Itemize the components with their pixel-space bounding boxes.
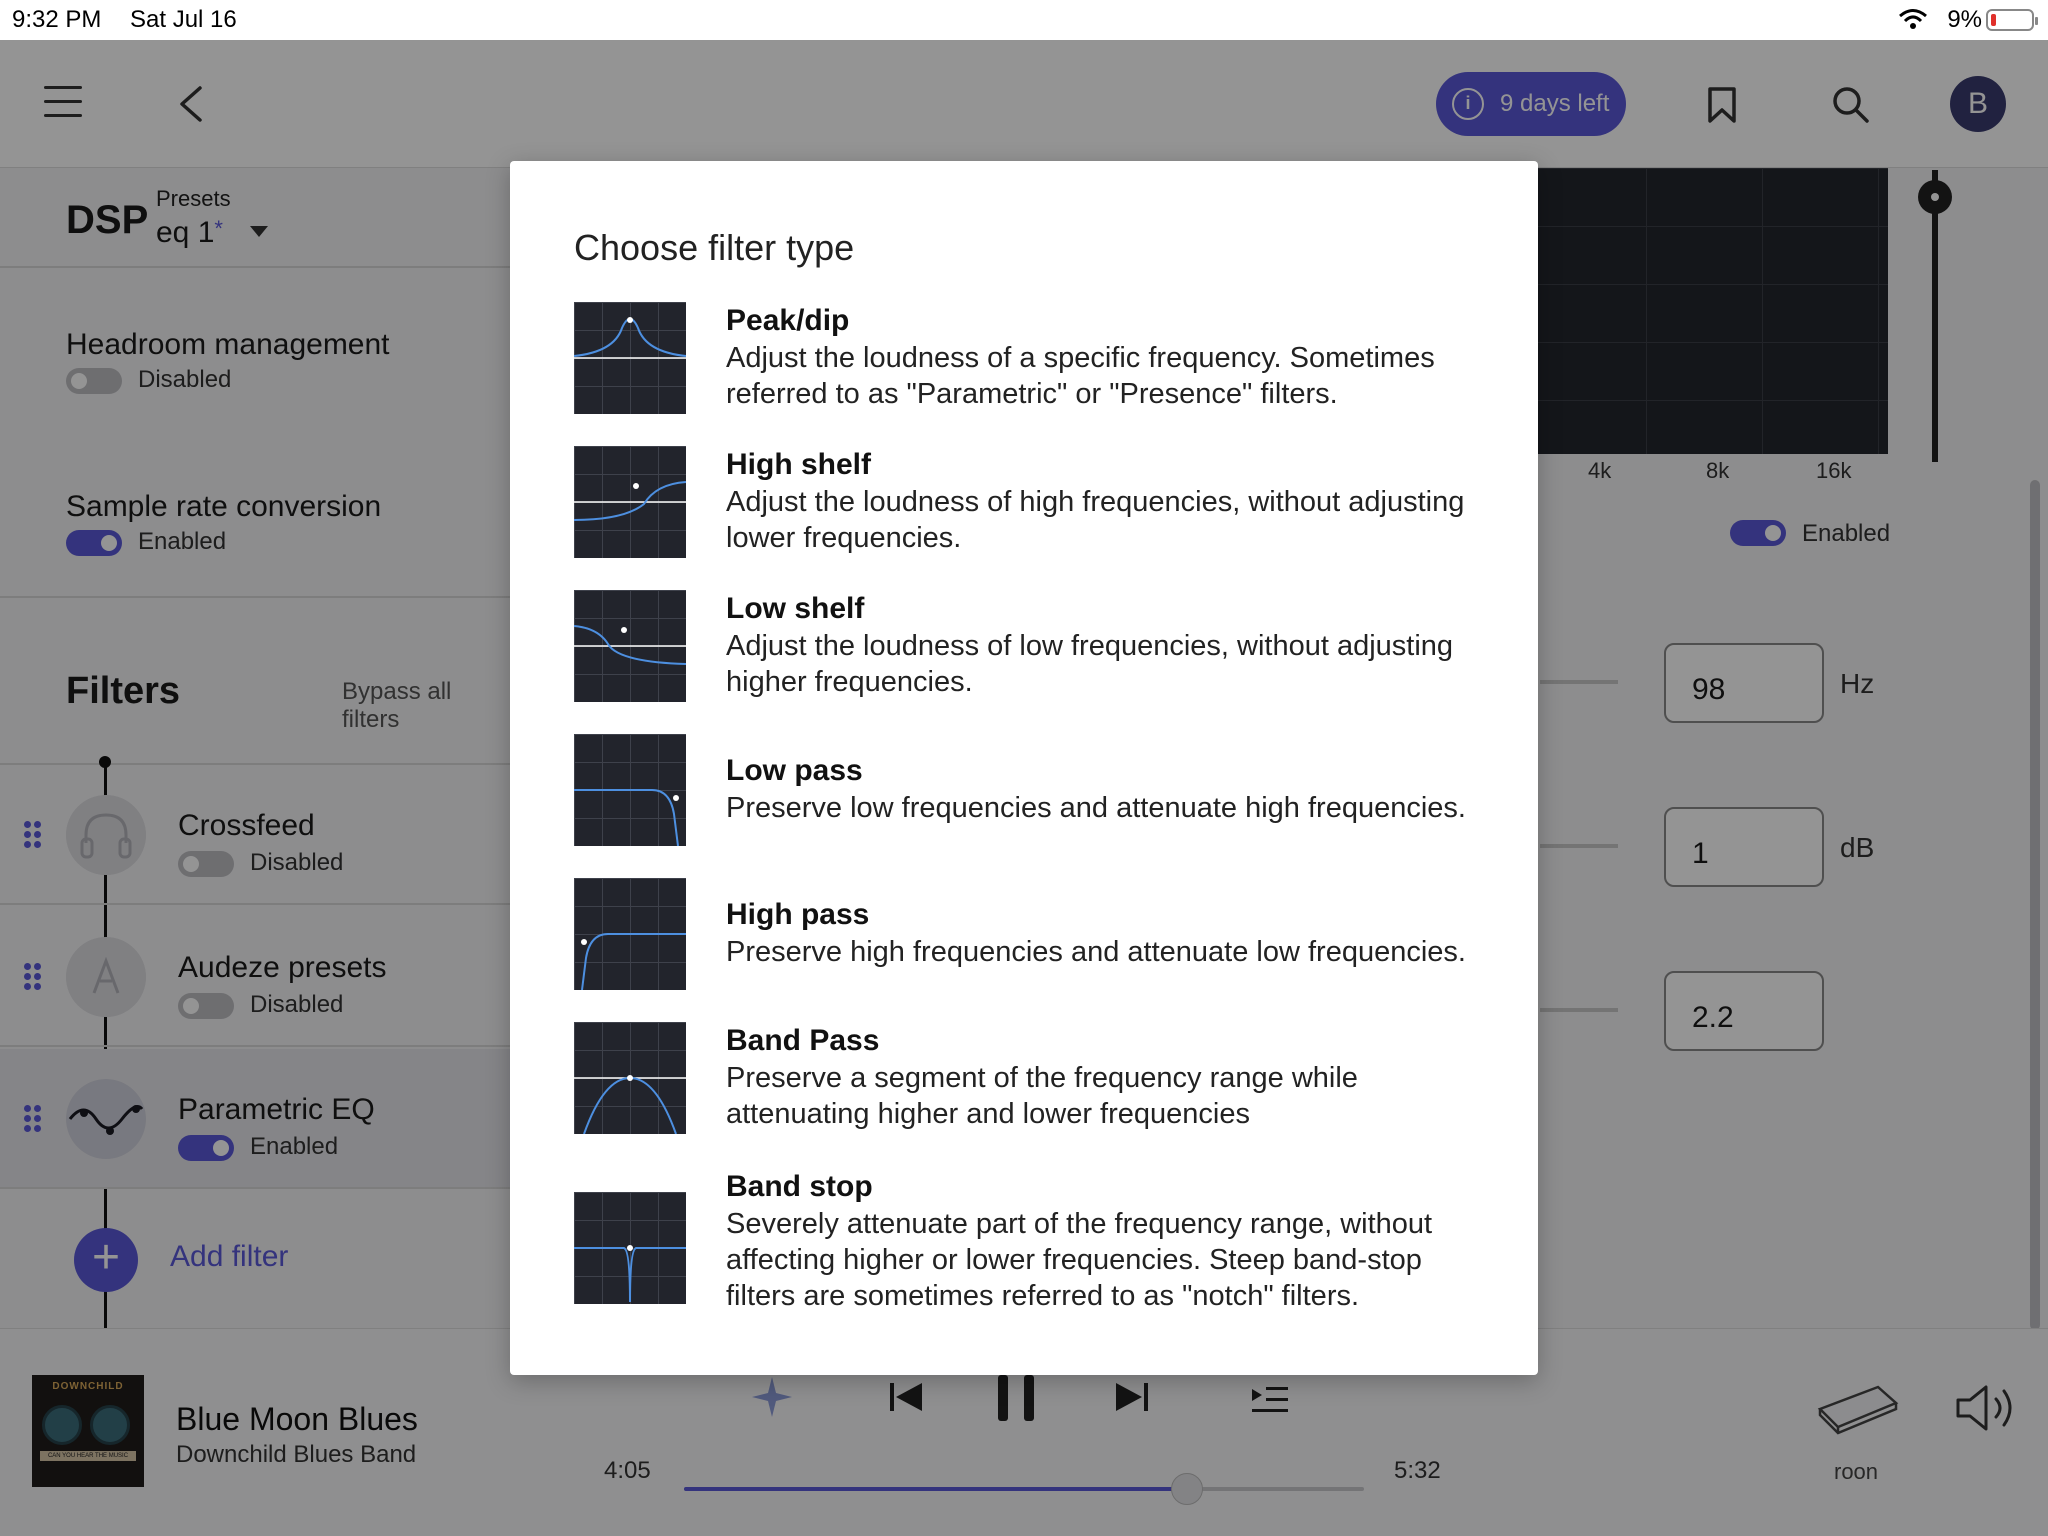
filter-option-description: Adjust the loudness of high frequencies,… [726,486,1465,554]
filter-option-name: Band Pass [726,1024,880,1057]
filter-option-high-shelf[interactable]: High shelf Adjust the loudness of high f… [574,446,1484,558]
peak-dip-icon [574,302,686,414]
low-pass-icon [574,734,686,846]
filter-option-name: Low pass [726,754,863,787]
battery-percent: 9% [1947,6,1982,33]
filter-option-low-shelf[interactable]: Low shelf Adjust the loudness of low fre… [574,590,1484,702]
filter-option-name: High shelf [726,448,872,481]
status-bar: 9:32 PM Sat Jul 16 9% [0,0,2048,40]
filter-option-description: Severely attenuate part of the frequency… [726,1208,1433,1312]
choose-filter-type-dialog: Choose filter type Peak/dip Adjust the l… [510,161,1538,1375]
filter-option-description: Preserve low frequencies and attenuate h… [726,792,1466,824]
high-pass-icon [574,878,686,990]
filter-option-description: Adjust the loudness of low frequencies, … [726,630,1454,698]
status-date: Sat Jul 16 [130,6,237,33]
filter-option-name: High pass [726,898,870,931]
band-pass-icon [574,1022,686,1134]
battery-icon [1986,9,2038,31]
filter-option-description: Preserve high frequencies and attenuate … [726,936,1466,968]
low-shelf-icon [574,590,686,702]
band-stop-icon [574,1192,686,1304]
filter-option-high-pass[interactable]: High pass Preserve high frequencies and … [574,878,1484,990]
filter-option-name: Band stop [726,1170,873,1203]
filter-option-peak-dip[interactable]: Peak/dip Adjust the loudness of a specif… [574,302,1484,414]
dialog-title: Choose filter type [574,227,855,268]
filter-option-band-stop[interactable]: Band stop Severely attenuate part of the… [574,1170,1484,1322]
wifi-icon [1899,9,1927,29]
filter-option-band-pass[interactable]: Band Pass Preserve a segment of the freq… [574,1022,1484,1134]
filter-option-name: Peak/dip [726,304,850,337]
high-shelf-icon [574,446,686,558]
filter-option-description: Preserve a segment of the frequency rang… [726,1062,1358,1130]
status-time: 9:32 PM [12,6,102,33]
filter-option-name: Low shelf [726,592,865,625]
filter-option-low-pass[interactable]: Low pass Preserve low frequencies and at… [574,734,1484,846]
filter-option-description: Adjust the loudness of a specific freque… [726,342,1435,410]
